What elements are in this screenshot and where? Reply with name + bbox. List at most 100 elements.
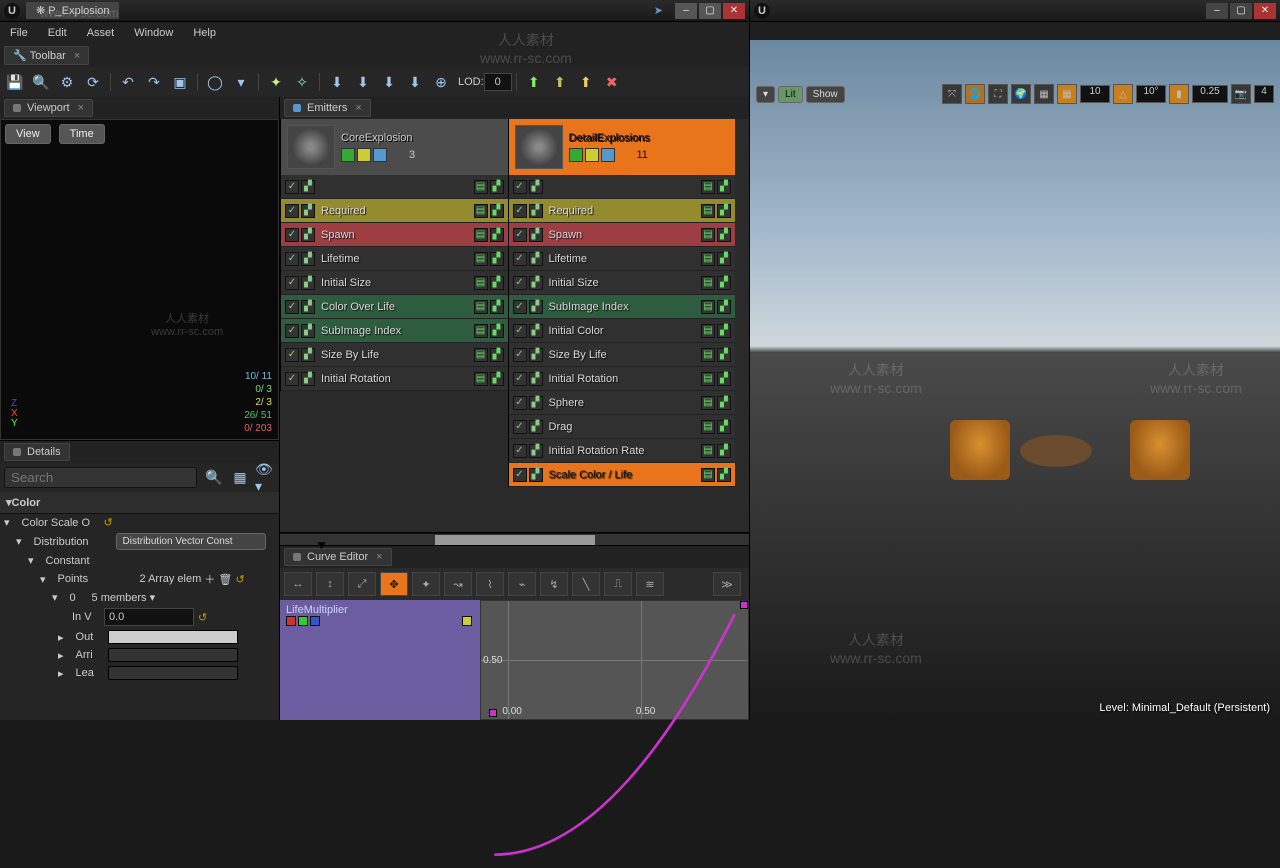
module-graph-checkbox[interactable]: ▞ [529,276,543,290]
angle-snap[interactable]: 10° [1136,85,1166,103]
linear-icon[interactable]: ╲ [572,572,600,596]
module-graph-checkbox[interactable]: ▞ [529,228,543,242]
h-scrollbar[interactable] [280,533,749,545]
module-graph-checkbox[interactable]: ▞ [301,372,315,386]
scale-snap[interactable]: 0.25 [1192,85,1228,103]
fit-h-icon[interactable]: ↔ [284,572,312,596]
lod-low-icon[interactable]: ⬇ [326,71,348,93]
max-button[interactable]: ▢ [1230,3,1252,19]
module-3d-icon[interactable]: ▤ [701,324,715,338]
menu-edit[interactable]: Edit [38,27,77,39]
emitter-name[interactable]: DetailExplosions [569,132,650,144]
module-row[interactable]: ✓▞Initial Color▤▞ [509,319,736,343]
distribution-dropdown[interactable]: Distribution Vector Const [116,533,266,550]
solo-toggle[interactable] [357,148,371,162]
module-enable-checkbox[interactable]: ✓ [513,300,527,314]
lod-add-icon[interactable]: ⊕ [430,71,452,93]
module-enable-checkbox[interactable]: ✓ [513,372,527,386]
module-row[interactable]: ✓▞Required▤▞ [509,199,736,223]
lod-field[interactable] [484,73,512,91]
show-dropdown[interactable]: Show [806,86,845,103]
angle-icon[interactable]: △ [1113,84,1133,104]
lod-up1-icon[interactable]: ⬆ [523,71,545,93]
module-3d-icon[interactable]: ▤ [474,324,488,338]
module-graph-checkbox[interactable]: ▞ [529,444,543,458]
zoom-icon[interactable]: ✦ [412,572,440,596]
module-3d-icon[interactable]: ▤ [474,228,488,242]
lod-max-icon[interactable]: ⬇ [404,71,426,93]
module-row[interactable]: ✓▞Initial Size▤▞ [281,271,508,295]
module-3d-icon[interactable]: ▤ [474,180,488,194]
save-icon[interactable]: 💾 [4,71,26,93]
view-button[interactable]: View [5,124,51,144]
module-3d-icon[interactable]: ▤ [701,252,715,266]
lod-up2-icon[interactable]: ⬆ [549,71,571,93]
module-3d-icon[interactable]: ▤ [474,252,488,266]
menu-asset[interactable]: Asset [77,27,125,39]
module-row[interactable]: ✓▞Spawn▤▞ [509,223,736,247]
clamped-icon[interactable]: ⌇ [476,572,504,596]
thumbnail-icon[interactable]: ▣ [169,71,191,93]
lod-up3-icon[interactable]: ⬆ [575,71,597,93]
add-icon[interactable]: ＋ [204,571,215,587]
dropdown-icon[interactable]: ▾ [150,591,156,604]
module-curve-icon[interactable]: ▞ [717,324,731,338]
restart-level-icon[interactable]: ✧ [291,71,313,93]
module-3d-icon[interactable]: ▤ [701,228,715,242]
module-3d-icon[interactable]: ▤ [701,396,715,410]
module-row[interactable]: ✓▞SubImage Index▤▞ [509,295,736,319]
module-3d-icon[interactable]: ▤ [701,372,715,386]
leave-ramp[interactable] [108,666,238,680]
module-3d-icon[interactable]: ▤ [701,468,715,482]
globe-icon[interactable]: 🌐 [965,84,985,104]
camera-icon[interactable]: ▦ [1034,84,1054,104]
arrive-ramp[interactable] [108,648,238,662]
curve-graph[interactable]: 0.50 0.00 0.50 [480,600,749,720]
toolbar-tab[interactable]: 🔧 Toolbar× [4,46,89,65]
module-row[interactable]: ✓▞Lifetime▤▞ [281,247,508,271]
module-row[interactable]: ✓▞Initial Size▤▞ [509,271,736,295]
curve-key[interactable] [489,709,497,717]
module-enable-checkbox[interactable]: ✓ [513,444,527,458]
module-enable-checkbox[interactable]: ✓ [513,420,527,434]
world-icon[interactable]: 🌍 [1011,84,1031,104]
module-graph-checkbox[interactable]: ▞ [301,228,315,242]
module-graph-checkbox[interactable]: ▞ [529,372,543,386]
close-button[interactable]: ✕ [723,3,745,19]
gear-icon[interactable]: ⚙ [56,71,78,93]
time-button[interactable]: Time [59,124,105,144]
module-enable-checkbox[interactable]: ✓ [513,468,527,482]
module-enable-checkbox[interactable]: ✓ [513,180,527,194]
module-row[interactable]: ✓▞Initial Rotation▤▞ [509,367,736,391]
module-graph-checkbox[interactable]: ▞ [301,276,315,290]
module-curve-icon[interactable]: ▞ [717,276,731,290]
scale-icon[interactable]: ▮ [1169,84,1189,104]
module-enable-checkbox[interactable]: ✓ [285,300,299,314]
module-curve-icon[interactable]: ▞ [490,372,504,386]
module-row[interactable]: ✓▞Scale Color / Life▤▞ [509,463,736,487]
module-curve-icon[interactable]: ▞ [490,324,504,338]
camera-speed-icon[interactable]: 📷 [1231,84,1251,104]
module-enable-checkbox[interactable]: ✓ [285,228,299,242]
refresh-icon[interactable]: ⟳ [82,71,104,93]
details-tab[interactable]: Details [4,443,70,461]
module-3d-icon[interactable]: ▤ [701,204,715,218]
out-ramp[interactable] [108,630,238,644]
constant-icon[interactable]: ⎍ [604,572,632,596]
fit-v-icon[interactable]: ↕ [316,572,344,596]
search-icon[interactable]: 🔍 [203,467,225,489]
module-row[interactable]: ✓▞Drag▤▞ [509,415,736,439]
module-curve-icon[interactable]: ▞ [490,228,504,242]
module-enable-checkbox[interactable]: ✓ [513,276,527,290]
module-enable-checkbox[interactable]: ✓ [285,324,299,338]
fit-all-icon[interactable]: ⤢ [348,572,376,596]
module-curve-icon[interactable]: ▞ [490,252,504,266]
module-3d-icon[interactable]: ▤ [474,372,488,386]
module-3d-icon[interactable]: ▤ [701,276,715,290]
viewport-tab[interactable]: Viewport× [4,99,93,117]
module-curve-icon[interactable]: ▞ [490,204,504,218]
expand-icon[interactable]: ⛶ [988,84,1008,104]
restart-sim-icon[interactable]: ✦ [265,71,287,93]
auto-icon[interactable]: ↝ [444,572,472,596]
user-icon[interactable]: ⌁ [508,572,536,596]
